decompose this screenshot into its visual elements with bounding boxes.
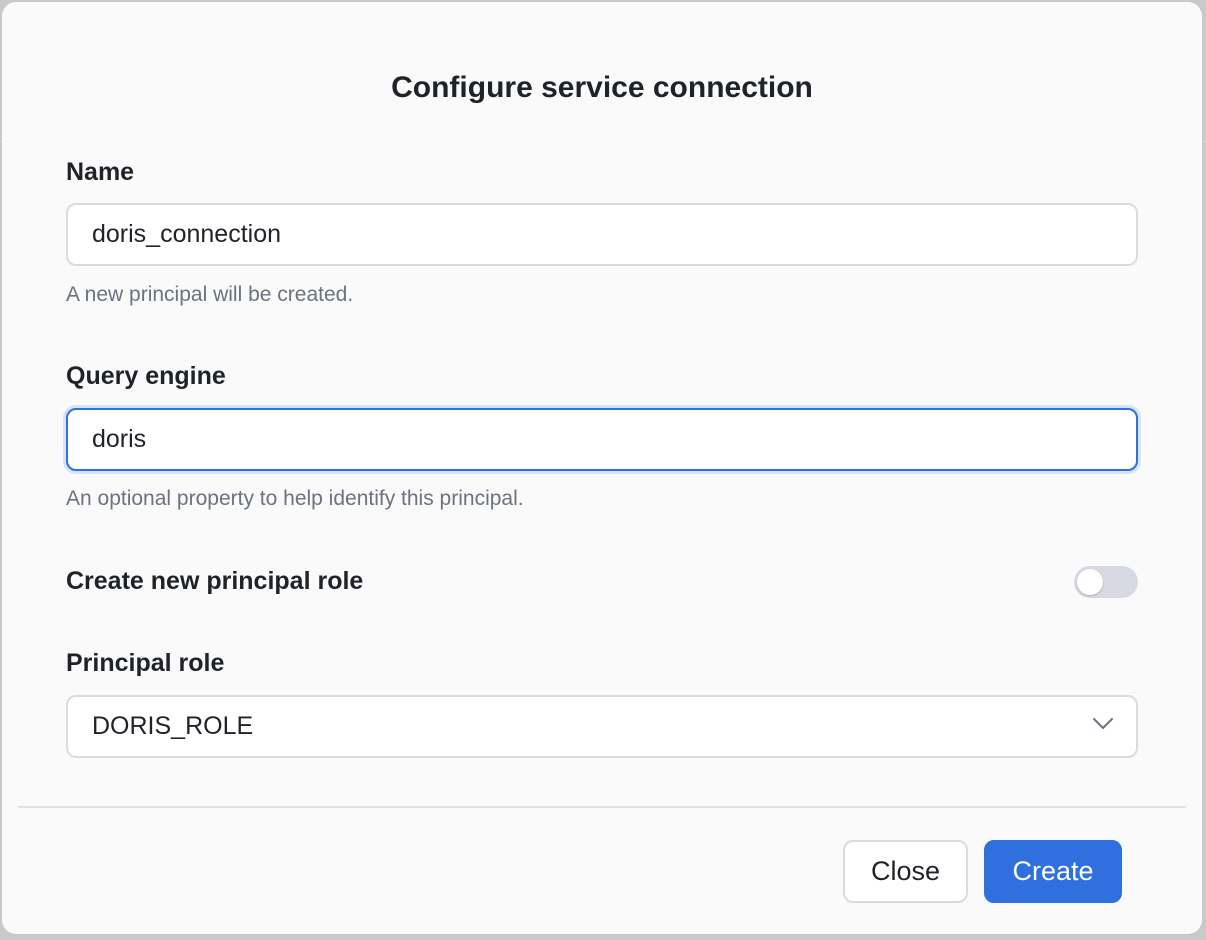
toggle-knob [1077,569,1103,595]
name-hint: A new principal will be created. [66,283,354,306]
close-button[interactable]: Close [843,840,968,903]
query-engine-input[interactable] [66,408,1138,471]
create-role-toggle[interactable] [1074,566,1138,598]
query-engine-hint: An optional property to help identify th… [66,487,524,510]
name-label: Name [66,158,135,186]
service-connection-dialog: Configure service connection Name A new … [2,2,1202,934]
dialog-title: Configure service connection [391,71,813,104]
query-engine-label: Query engine [66,362,226,390]
principal-role-value: DORIS_ROLE [92,712,254,740]
principal-role-select[interactable]: DORIS_ROLE [66,695,1138,758]
create-role-label: Create new principal role [66,567,364,595]
create-button[interactable]: Create [984,840,1122,903]
principal-role-label: Principal role [66,649,225,677]
name-input[interactable] [66,203,1138,266]
chevron-down-icon [1093,718,1113,729]
footer-divider [18,806,1186,808]
